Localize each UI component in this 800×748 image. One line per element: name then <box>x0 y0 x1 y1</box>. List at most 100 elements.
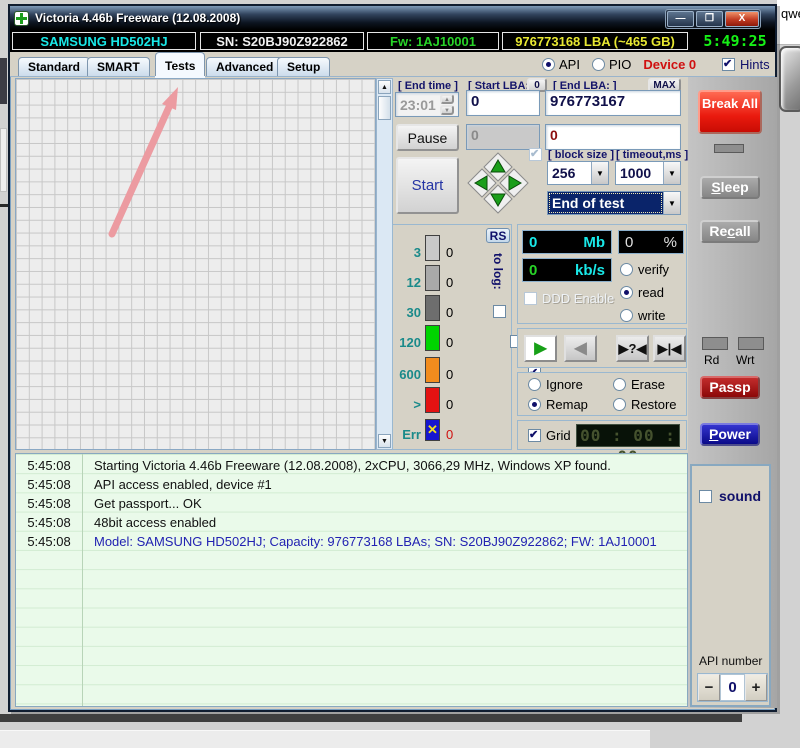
background-left-panel-fragment <box>0 128 7 192</box>
to-log-checkbox-30[interactable] <box>493 305 506 318</box>
remap-label: Remap <box>546 397 588 412</box>
sleep-button[interactable]: Sleep <box>700 176 760 199</box>
log-row: 5:45:08 Model: SAMSUNG HD502HJ; Capacity… <box>16 534 687 553</box>
grid-checkbox[interactable] <box>528 429 541 442</box>
hist-block-600 <box>425 357 440 383</box>
power-button[interactable]: Power <box>700 423 760 446</box>
block-size-select[interactable]: 256 ▼ <box>547 161 609 185</box>
speed-display: 0kb/s <box>522 258 612 282</box>
passp-button[interactable]: Passp <box>700 376 760 399</box>
test-surface-grid[interactable] <box>15 78 376 450</box>
restore-label: Restore <box>631 397 677 412</box>
busy-indicator <box>714 144 744 153</box>
scan-question-icon[interactable]: ▶?◀ <box>616 335 649 362</box>
scroll-up-icon[interactable]: ▲ <box>378 80 391 94</box>
tab-smart[interactable]: SMART <box>87 57 150 76</box>
window-drop-shadow <box>0 714 742 722</box>
api-radio[interactable] <box>542 58 555 71</box>
ddd-enable-label: DDD Enable <box>542 291 614 306</box>
ddd-enable-checkbox[interactable] <box>524 292 537 305</box>
diamond-nav-control[interactable] <box>465 150 531 216</box>
read-radio[interactable] <box>620 286 633 299</box>
minimize-button[interactable]: — <box>667 11 694 27</box>
background-metal-button <box>779 46 800 112</box>
hist-count-err: 0 <box>446 427 453 442</box>
diamond-option-checkbox[interactable] <box>529 148 542 161</box>
rd-label: Rd <box>704 353 719 367</box>
passed-lba-field: 0 <box>466 124 540 150</box>
read-led <box>702 337 728 350</box>
ignore-radio[interactable] <box>528 378 541 391</box>
timeout-select[interactable]: 1000 ▼ <box>615 161 681 185</box>
log-row: 5:45:08 API access enabled, device #1 <box>16 477 687 496</box>
status-panel: 0Mb 0% 0kb/s DDD Enable verify read writ… <box>517 224 687 324</box>
current-lba-field[interactable]: 0 <box>545 124 681 150</box>
tab-tests[interactable]: Tests <box>155 52 205 76</box>
write-led <box>738 337 764 350</box>
pio-label: PIO <box>609 57 631 72</box>
write-radio[interactable] <box>620 309 633 322</box>
sound-checkbox[interactable] <box>699 490 712 503</box>
after-action-dropdown-icon[interactable]: ▼ <box>663 192 680 214</box>
scrollbar-thumb[interactable] <box>378 96 391 120</box>
rs-button[interactable]: RS <box>486 228 510 243</box>
hints-checkbox[interactable] <box>722 58 735 71</box>
hist-block-err: ✕ <box>425 419 440 441</box>
step-back-icon[interactable]: ◀ <box>564 335 597 362</box>
hist-count-12: 0 <box>446 275 453 290</box>
percent-display: 0% <box>618 230 684 254</box>
hist-label-12: 12 <box>393 275 421 290</box>
api-number-stepper: − 0 + <box>697 673 768 702</box>
drive-serial: SN: S20BJ90Z922862 <box>200 32 364 50</box>
after-action-select[interactable]: End of test ▼ <box>547 191 681 215</box>
start-button[interactable]: Start <box>396 157 459 214</box>
tab-setup[interactable]: Setup <box>277 57 330 76</box>
to-log-label: to log: <box>491 253 505 290</box>
erase-label: Erase <box>631 377 665 392</box>
playback-panel: ▶ ◀ ▶?◀ ▶|◀ <box>517 328 687 368</box>
play-icon[interactable]: ▶ <box>524 335 557 362</box>
speed-histogram-panel: RS to log: 3 0 12 0 30 0 120 0 600 0 > 0… <box>392 224 512 450</box>
sound-label: sound <box>719 488 761 504</box>
verify-radio[interactable] <box>620 263 633 276</box>
pause-button[interactable]: Pause <box>396 124 459 151</box>
device-indicator: Device 0 <box>643 57 696 72</box>
api-number-label: API number <box>699 654 762 668</box>
erase-radio[interactable] <box>613 378 626 391</box>
end-lba-input[interactable]: 976773167 <box>545 90 681 116</box>
start-lba-input[interactable]: 0 <box>466 90 540 116</box>
restore-radio[interactable] <box>613 398 626 411</box>
break-all-button[interactable]: Break All <box>698 90 762 134</box>
hints-label: Hints <box>740 57 770 72</box>
block-size-dropdown-icon[interactable]: ▼ <box>591 162 608 184</box>
time-up-icon[interactable]: ▲ <box>440 94 454 104</box>
pink-arrow-annotation <box>16 79 375 449</box>
pio-radio[interactable] <box>592 58 605 71</box>
end-time-spinner[interactable]: 23:01 ▲ ▼ <box>395 92 459 117</box>
background-bottom-window-fragment <box>0 730 650 748</box>
block-size-label: [ block size ] <box>548 149 614 161</box>
recall-button[interactable]: Recall <box>700 220 760 243</box>
title-bar[interactable]: Victoria 4.46b Freeware (12.08.2008) — ❐… <box>10 6 775 30</box>
api-plus-button[interactable]: + <box>745 674 767 701</box>
tab-advanced[interactable]: Advanced <box>206 57 283 76</box>
tab-standard[interactable]: Standard <box>18 57 90 76</box>
api-minus-button[interactable]: − <box>698 674 720 701</box>
close-button[interactable]: X <box>725 11 759 27</box>
time-down-icon[interactable]: ▼ <box>440 105 454 115</box>
hist-label-err: Err <box>393 427 421 442</box>
hist-block-gt <box>425 387 440 413</box>
api-number-value: 0 <box>720 674 745 701</box>
remap-radio[interactable] <box>528 398 541 411</box>
timeout-dropdown-icon[interactable]: ▼ <box>663 162 680 184</box>
api-label: API <box>559 57 580 72</box>
hist-block-30 <box>425 295 440 321</box>
tab-bar: Standard SMART Tests Advanced Setup API … <box>10 52 775 77</box>
maximize-button[interactable]: ❐ <box>696 11 723 27</box>
scan-end-icon[interactable]: ▶|◀ <box>653 335 686 362</box>
timeout-label: [ timeout,ms ] <box>616 149 688 161</box>
victoria-window: Victoria 4.46b Freeware (12.08.2008) — ❐… <box>8 4 777 712</box>
scroll-down-icon[interactable]: ▼ <box>378 434 391 448</box>
grid-vertical-scrollbar[interactable]: ▲ ▼ <box>376 78 393 450</box>
log-area[interactable]: 5:45:08 Starting Victoria 4.46b Freeware… <box>15 453 688 707</box>
